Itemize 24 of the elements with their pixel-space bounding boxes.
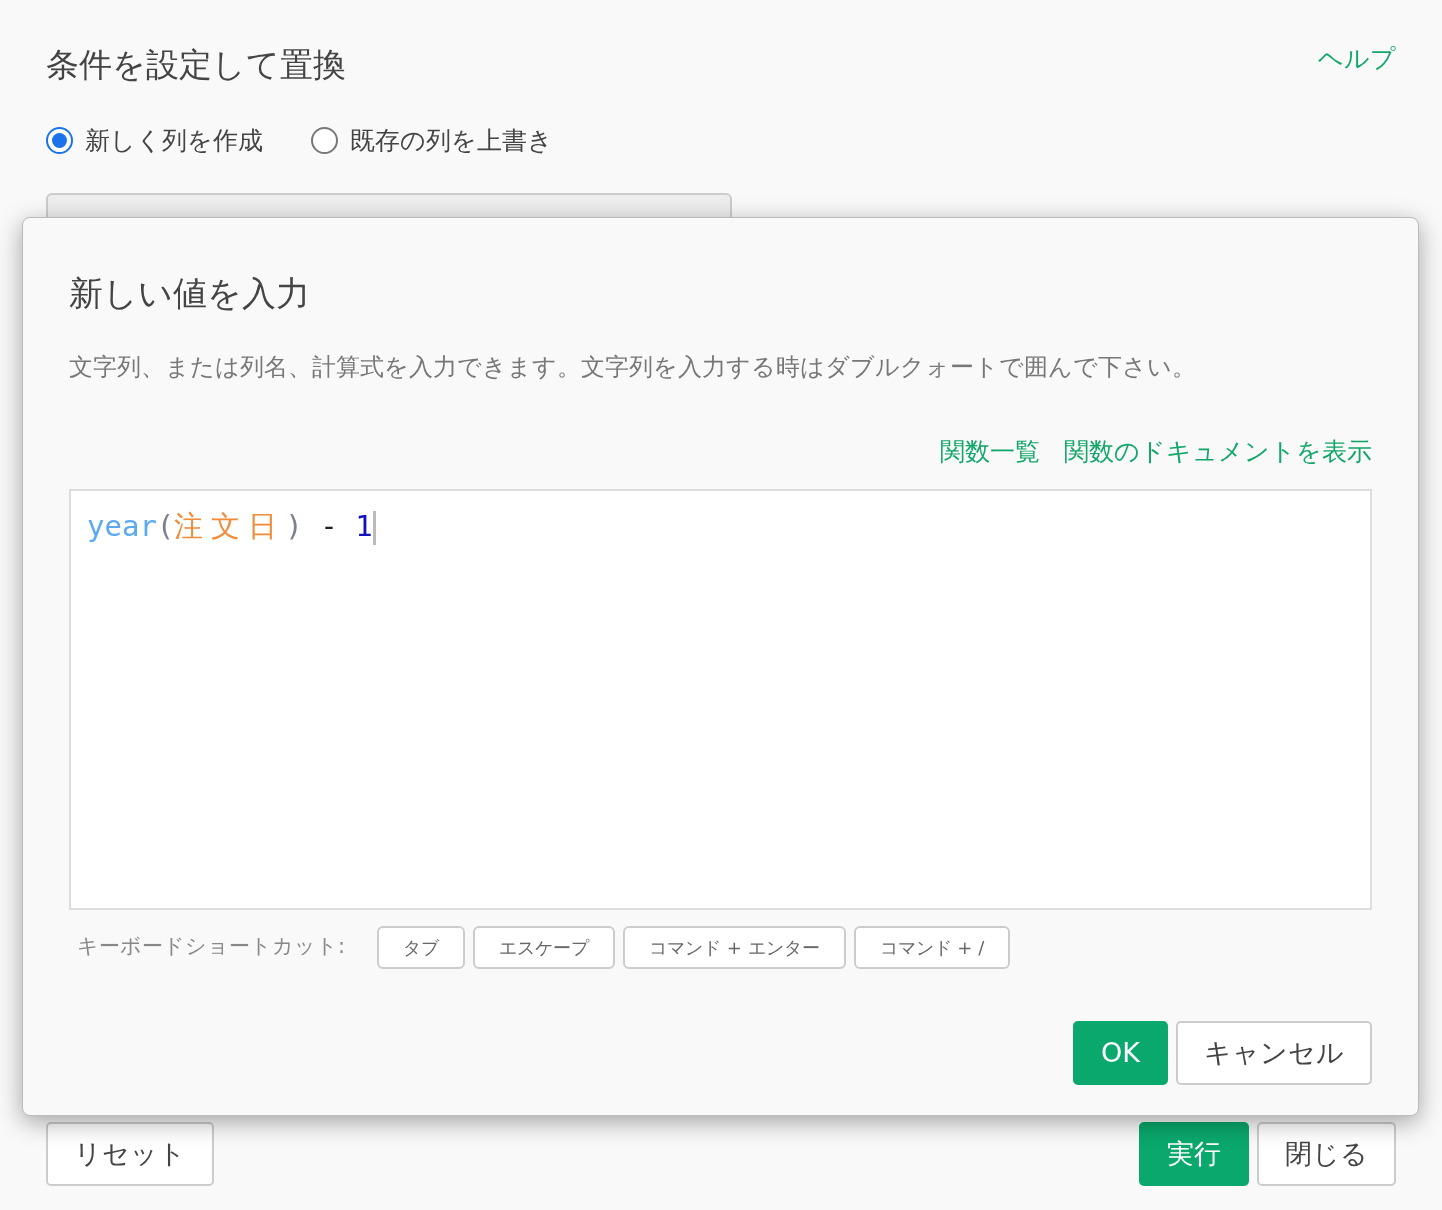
help-link[interactable]: 関数一覧 [940,433,1040,471]
code-line: year(注文日) - 1 [87,508,373,543]
dialog-title: 新しい値を入力 [69,272,311,315]
dialog-description: 文字列、または列名、計算式を入力できます。文字列を入力する時はダブルクォートで囲んで下さい。 [69,352,1197,383]
text-cursor [372,510,376,545]
page-title: 条件を設定して置換 [46,44,346,86]
shortcut-key[interactable]: コマンド + / [853,925,1011,969]
secondary-button[interactable]: リセット [46,1121,214,1186]
secondary-button[interactable]: 閉じる [1257,1121,1396,1186]
radio-label: 既存の列を上書き [350,124,553,157]
radio-icon[interactable] [46,126,73,154]
radio-option[interactable]: 既存の列を上書き [311,121,553,159]
code-editor[interactable]: year(注文日) - 1 [69,488,1372,910]
shortcut-key[interactable]: タブ [377,925,466,969]
radio-option[interactable]: 新しく列を作成 [46,121,263,159]
shortcut-key[interactable]: エスケープ [473,925,616,969]
ok-button[interactable]: OK [1073,1020,1168,1085]
shortcut-key[interactable]: コマンド + エンター [623,925,846,969]
radio-icon[interactable] [311,126,338,154]
shortcuts-label: キーボードショートカット: [77,933,346,961]
run-button[interactable]: 実行 [1139,1121,1249,1186]
help-link[interactable]: ヘルプ [1318,40,1396,78]
radio-label: 新しく列を作成 [85,124,263,157]
cancel-button[interactable]: キャンセル [1176,1020,1372,1085]
